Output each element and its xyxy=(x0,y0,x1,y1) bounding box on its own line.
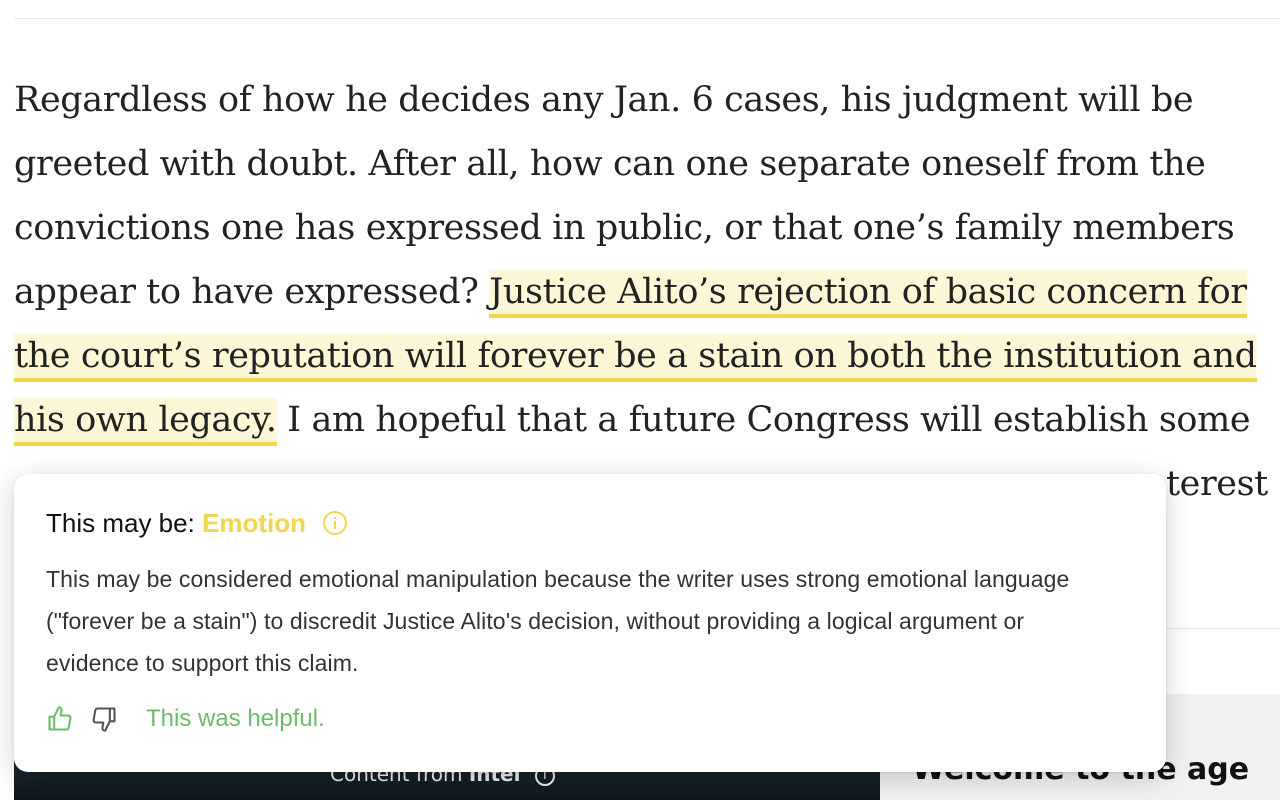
flagged-highlight[interactable]: his own legacy. xyxy=(14,398,277,446)
popup-title: This may be: Emotion xyxy=(46,508,348,539)
article-line: the court’s reputation will forever be a… xyxy=(14,324,1280,388)
article-line: appear to have expressed? Justice Alito’… xyxy=(14,260,1280,324)
text: Regardless of how he decides any Jan. 6 … xyxy=(14,80,1194,120)
popup-explanation: This may be considered emotional manipul… xyxy=(46,566,1070,676)
helpful-confirmation: This was helpful. xyxy=(146,705,325,732)
text: terest xyxy=(1166,464,1268,504)
article-line: Regardless of how he decides any Jan. 6 … xyxy=(14,68,1280,132)
analysis-popup: This may be: Emotion This may be conside… xyxy=(14,474,1166,772)
category-label: Emotion xyxy=(202,508,307,538)
thumbs-up-icon[interactable] xyxy=(46,705,74,733)
text: appear to have expressed? xyxy=(14,272,490,312)
feedback-row: This was helpful. xyxy=(46,702,325,736)
info-icon[interactable] xyxy=(323,511,348,535)
text: I am hopeful that a future Congress will… xyxy=(276,400,1251,440)
thumbs-down-icon[interactable] xyxy=(90,705,118,733)
sidebar-divider xyxy=(1165,628,1280,629)
flagged-highlight[interactable]: the court’s reputation will forever be a… xyxy=(14,334,1257,382)
article-line: greeted with doubt. After all, how can o… xyxy=(14,132,1280,196)
text: convictions one has expressed in public,… xyxy=(14,208,1235,248)
article-body: Regardless of how he decides any Jan. 6 … xyxy=(14,68,1280,516)
popup-title-prefix: This may be: xyxy=(46,508,195,538)
top-divider xyxy=(14,18,1280,19)
article-line: his own legacy. I am hopeful that a futu… xyxy=(14,388,1280,452)
flagged-highlight[interactable]: Justice Alito’s rejection of basic conce… xyxy=(489,270,1247,318)
article-line: convictions one has expressed in public,… xyxy=(14,196,1280,260)
text: greeted with doubt. After all, how can o… xyxy=(14,144,1206,184)
